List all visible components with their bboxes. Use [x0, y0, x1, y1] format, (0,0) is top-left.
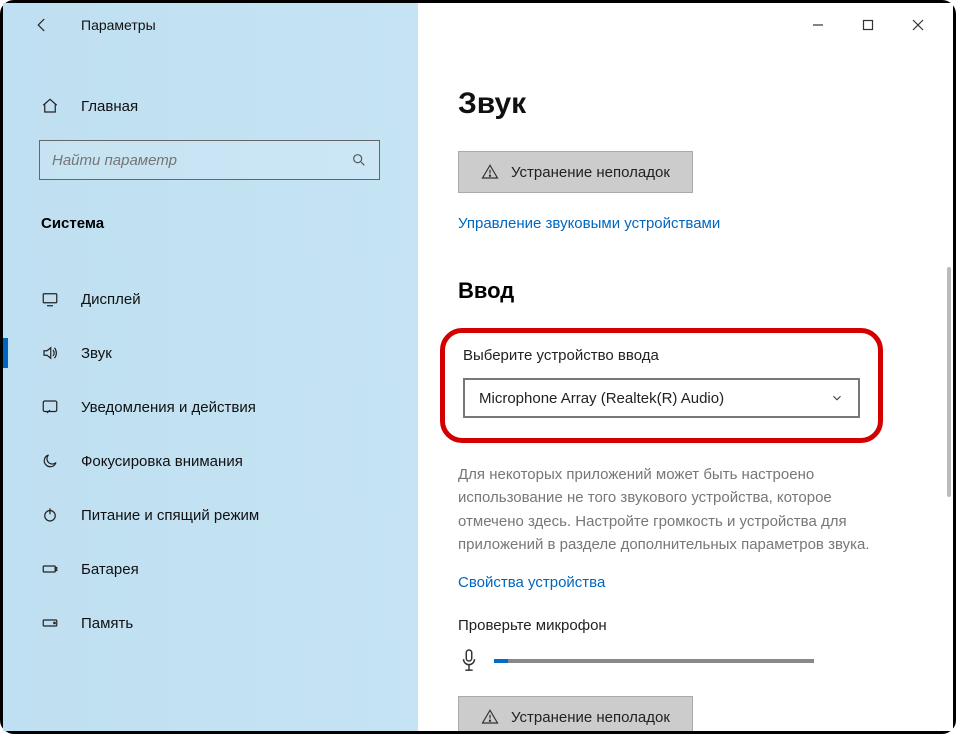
titlebar: Параметры — [3, 3, 953, 47]
page-heading: Звук — [458, 87, 893, 121]
input-device-select[interactable]: Microphone Array (Realtek(R) Audio) — [463, 378, 860, 418]
input-device-value: Microphone Array (Realtek(R) Audio) — [479, 390, 724, 407]
display-icon — [41, 290, 61, 308]
sidebar-item-label: Уведомления и действия — [81, 399, 256, 416]
minimize-button[interactable] — [793, 3, 843, 47]
warning-icon — [481, 708, 499, 726]
troubleshoot-button-2[interactable]: Устранение неполадок — [458, 696, 693, 731]
main-panel: Звук Устранение неполадок Управление зву… — [418, 47, 953, 731]
sidebar-home[interactable]: Главная — [3, 87, 418, 125]
mic-level-bar — [494, 659, 814, 663]
sidebar-home-label: Главная — [81, 98, 138, 115]
test-mic-label: Проверьте микрофон — [458, 617, 893, 634]
storage-icon — [41, 614, 61, 632]
sidebar-item-notifications[interactable]: Уведомления и действия — [3, 380, 418, 434]
notifications-icon — [41, 398, 61, 416]
sidebar-item-label: Звук — [81, 345, 112, 362]
home-icon — [41, 97, 61, 115]
search-box[interactable] — [39, 140, 380, 180]
battery-icon — [41, 560, 61, 578]
input-description: Для некоторых приложений может быть наст… — [458, 463, 878, 556]
close-button[interactable] — [893, 3, 943, 47]
input-device-highlight: Выберите устройство ввода Microphone Arr… — [440, 328, 883, 443]
scrollbar[interactable] — [943, 47, 951, 731]
microphone-icon — [458, 648, 480, 674]
maximize-button[interactable] — [843, 3, 893, 47]
search-input[interactable] — [52, 152, 351, 169]
sidebar-item-focus[interactable]: Фокусировка внимания — [3, 434, 418, 488]
device-properties-link[interactable]: Свойства устройства — [458, 574, 605, 591]
sidebar-category: Система — [3, 205, 418, 252]
sidebar-item-label: Память — [81, 615, 133, 632]
manage-devices-link[interactable]: Управление звуковыми устройствами — [458, 215, 720, 232]
search-icon — [351, 152, 367, 168]
input-section-heading: Ввод — [458, 278, 893, 304]
sidebar-item-sound[interactable]: Звук — [3, 326, 418, 380]
sidebar-item-label: Питание и спящий режим — [81, 507, 259, 524]
back-button[interactable] — [33, 16, 51, 34]
sidebar-item-storage[interactable]: Память — [3, 596, 418, 650]
app-title: Параметры — [81, 17, 156, 33]
focus-icon — [41, 452, 61, 470]
sidebar: Главная Система Дисплей — [3, 47, 418, 731]
power-icon — [41, 506, 61, 524]
warning-icon — [481, 163, 499, 181]
troubleshoot-label-2: Устранение неполадок — [511, 709, 670, 726]
chevron-down-icon — [830, 391, 844, 405]
troubleshoot-label: Устранение неполадок — [511, 164, 670, 181]
sidebar-item-label: Батарея — [81, 561, 139, 578]
sound-icon — [41, 344, 61, 362]
troubleshoot-button[interactable]: Устранение неполадок — [458, 151, 693, 193]
sidebar-item-display[interactable]: Дисплей — [3, 272, 418, 326]
sidebar-item-battery[interactable]: Батарея — [3, 542, 418, 596]
sidebar-item-label: Дисплей — [81, 291, 141, 308]
sidebar-item-label: Фокусировка внимания — [81, 453, 243, 470]
sidebar-item-power[interactable]: Питание и спящий режим — [3, 488, 418, 542]
input-device-label: Выберите устройство ввода — [463, 347, 860, 364]
